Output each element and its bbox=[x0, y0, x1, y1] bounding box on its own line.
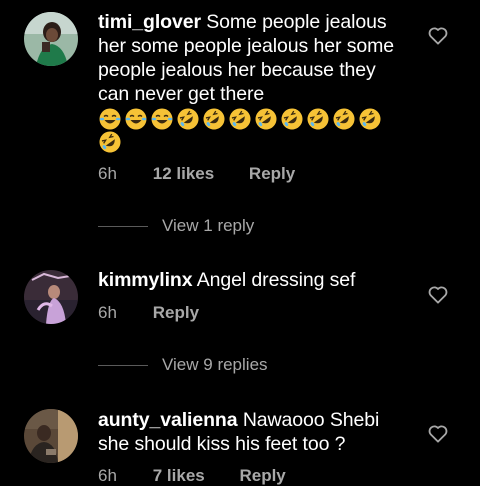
comment-username[interactable]: kimmylinx bbox=[98, 269, 193, 291]
likes-count[interactable]: 12 likes bbox=[153, 164, 214, 184]
comment-text: Angel dressing sef bbox=[196, 269, 356, 291]
rolling-on-floor-laughing-icon bbox=[99, 131, 121, 153]
face-with-tears-of-joy-icon bbox=[99, 108, 121, 130]
avatar-image bbox=[24, 409, 78, 463]
view-replies-button[interactable]: View 9 replies bbox=[98, 355, 268, 375]
rolling-on-floor-laughing-icon bbox=[333, 108, 355, 130]
comment-username[interactable]: timi_glover bbox=[98, 11, 201, 33]
heart-outline-icon[interactable] bbox=[427, 284, 449, 304]
face-with-tears-of-joy-icon bbox=[125, 108, 147, 130]
heart-outline-icon[interactable] bbox=[427, 25, 449, 45]
reply-button[interactable]: Reply bbox=[153, 303, 199, 323]
rolling-on-floor-laughing-icon bbox=[307, 108, 329, 130]
view-replies-label: View 1 reply bbox=[162, 216, 255, 235]
face-with-tears-of-joy-icon bbox=[151, 108, 173, 130]
likes-count[interactable]: 7 likes bbox=[153, 466, 205, 486]
comment-time: 6h bbox=[98, 466, 117, 485]
replies-divider-line bbox=[98, 226, 148, 228]
comment-time: 6h bbox=[98, 164, 117, 183]
comment-meta: 6h 12 likes Reply bbox=[98, 164, 295, 184]
replies-divider-line bbox=[98, 365, 148, 367]
avatar-image bbox=[24, 270, 78, 324]
comment-text-block: aunty_valienna Nawaooo Shebi she should … bbox=[98, 408, 410, 456]
avatar[interactable] bbox=[24, 270, 78, 324]
comment-text-block: timi_glover Some people jealous her some… bbox=[98, 10, 410, 106]
emoji-row bbox=[98, 107, 382, 131]
comment-meta: 6h 7 likes Reply bbox=[98, 466, 286, 486]
avatar-image bbox=[24, 12, 78, 66]
comment-username[interactable]: aunty_valienna bbox=[98, 409, 238, 431]
comment-time: 6h bbox=[98, 303, 117, 322]
rolling-on-floor-laughing-icon bbox=[177, 108, 199, 130]
rolling-on-floor-laughing-icon bbox=[359, 108, 381, 130]
reply-button[interactable]: Reply bbox=[249, 164, 295, 184]
view-replies-label: View 9 replies bbox=[162, 355, 268, 374]
rolling-on-floor-laughing-icon bbox=[281, 108, 303, 130]
emoji-row bbox=[98, 130, 122, 154]
avatar[interactable] bbox=[24, 12, 78, 66]
reply-button[interactable]: Reply bbox=[239, 466, 285, 486]
comment-text-block: kimmylinx Angel dressing sef bbox=[98, 268, 410, 292]
comment-meta: 6h Reply bbox=[98, 303, 199, 323]
rolling-on-floor-laughing-icon bbox=[203, 108, 225, 130]
rolling-on-floor-laughing-icon bbox=[255, 108, 277, 130]
heart-outline-icon[interactable] bbox=[427, 423, 449, 443]
view-replies-button[interactable]: View 1 reply bbox=[98, 216, 254, 236]
rolling-on-floor-laughing-icon bbox=[229, 108, 251, 130]
avatar[interactable] bbox=[24, 409, 78, 463]
